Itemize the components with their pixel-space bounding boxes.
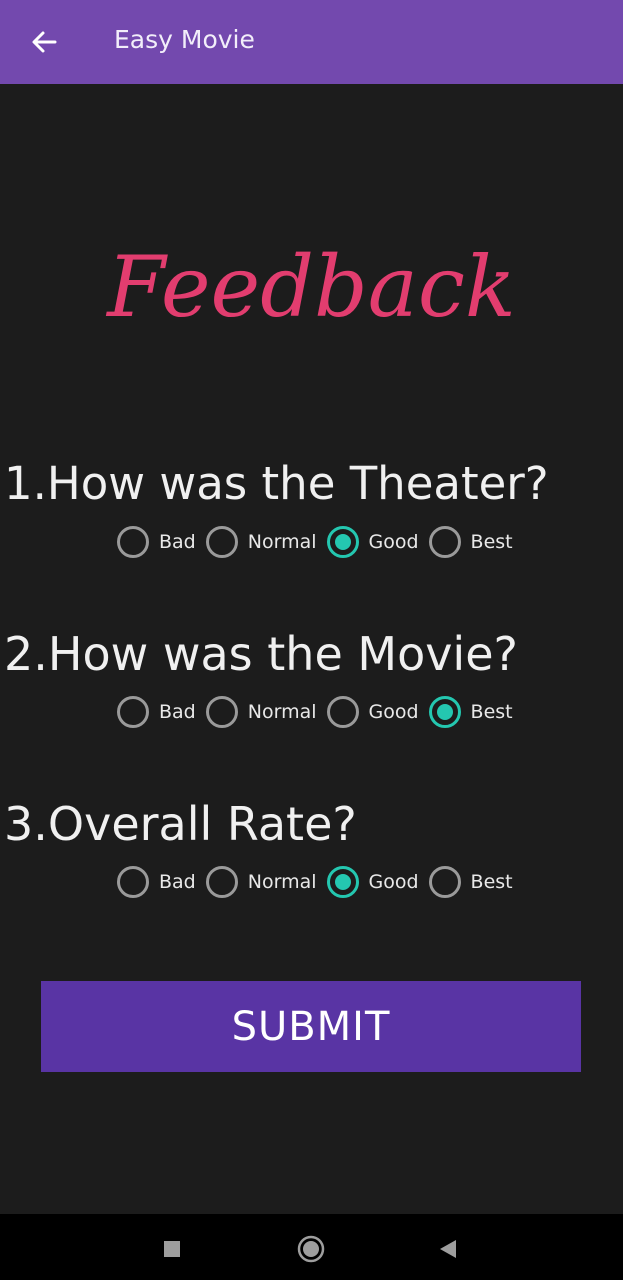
option-label: Best	[470, 701, 513, 723]
question-1-radio-group: Bad Normal Good Best	[117, 525, 523, 559]
feedback-screen: Easy Movie Feedback 1.How was the Theate…	[0, 0, 623, 1280]
option-label: Best	[470, 871, 513, 893]
radio-button[interactable]	[205, 696, 238, 728]
option-label: Bad	[159, 531, 196, 553]
arrow-left-icon	[32, 31, 57, 53]
option-label: Good	[368, 701, 419, 723]
app-title: Easy Movie	[114, 25, 255, 54]
app-bar: Easy Movie	[0, 0, 623, 84]
back-button[interactable]	[22, 20, 66, 64]
question-2-radio-group: Bad Normal Good Best	[117, 695, 523, 729]
radio-button[interactable]	[205, 526, 238, 558]
radio-button[interactable]	[117, 696, 149, 728]
radio-button[interactable]	[117, 526, 149, 558]
submit-button[interactable]: SUBMIT	[41, 981, 581, 1072]
q2-option-good[interactable]: Good	[326, 696, 419, 728]
radio-button-checked[interactable]	[428, 696, 461, 728]
option-label: Bad	[159, 871, 196, 893]
option-label: Normal	[247, 871, 317, 893]
q3-option-best[interactable]: Best	[428, 866, 513, 898]
q2-option-bad[interactable]: Bad	[117, 696, 196, 728]
option-label: Normal	[247, 531, 317, 553]
page-title: Feedback	[107, 238, 516, 336]
nav-back-button[interactable]	[428, 1229, 468, 1269]
system-nav-bar	[0, 1214, 623, 1280]
radio-button[interactable]	[428, 866, 461, 898]
question-2-label: 2.How was the Movie?	[4, 627, 518, 681]
radio-button[interactable]	[117, 866, 149, 898]
recents-button[interactable]	[152, 1229, 192, 1269]
radio-button[interactable]	[326, 696, 359, 728]
q1-option-normal[interactable]: Normal	[205, 526, 317, 558]
q1-option-best[interactable]: Best	[428, 526, 513, 558]
option-label: Good	[368, 531, 419, 553]
question-3-radio-group: Bad Normal Good Best	[117, 865, 523, 899]
q1-option-good[interactable]: Good	[326, 526, 419, 558]
home-button[interactable]	[291, 1229, 331, 1269]
question-1-label: 1.How was the Theater?	[4, 457, 549, 510]
q3-option-normal[interactable]: Normal	[205, 866, 317, 898]
home-circle-icon	[297, 1235, 325, 1263]
q2-option-best[interactable]: Best	[428, 696, 513, 728]
option-label: Good	[368, 871, 419, 893]
recents-square-icon	[164, 1241, 180, 1257]
option-label: Normal	[247, 701, 317, 723]
q2-option-normal[interactable]: Normal	[205, 696, 317, 728]
back-triangle-icon	[440, 1240, 456, 1258]
option-label: Best	[470, 531, 513, 553]
option-label: Bad	[159, 701, 196, 723]
q3-option-good[interactable]: Good	[326, 866, 419, 898]
radio-button-checked[interactable]	[326, 526, 359, 558]
radio-button[interactable]	[205, 866, 238, 898]
q1-option-bad[interactable]: Bad	[117, 526, 196, 558]
question-3-label: 3.Overall Rate?	[4, 797, 357, 851]
radio-button-checked[interactable]	[326, 866, 359, 898]
radio-button[interactable]	[428, 526, 461, 558]
q3-option-bad[interactable]: Bad	[117, 866, 196, 898]
